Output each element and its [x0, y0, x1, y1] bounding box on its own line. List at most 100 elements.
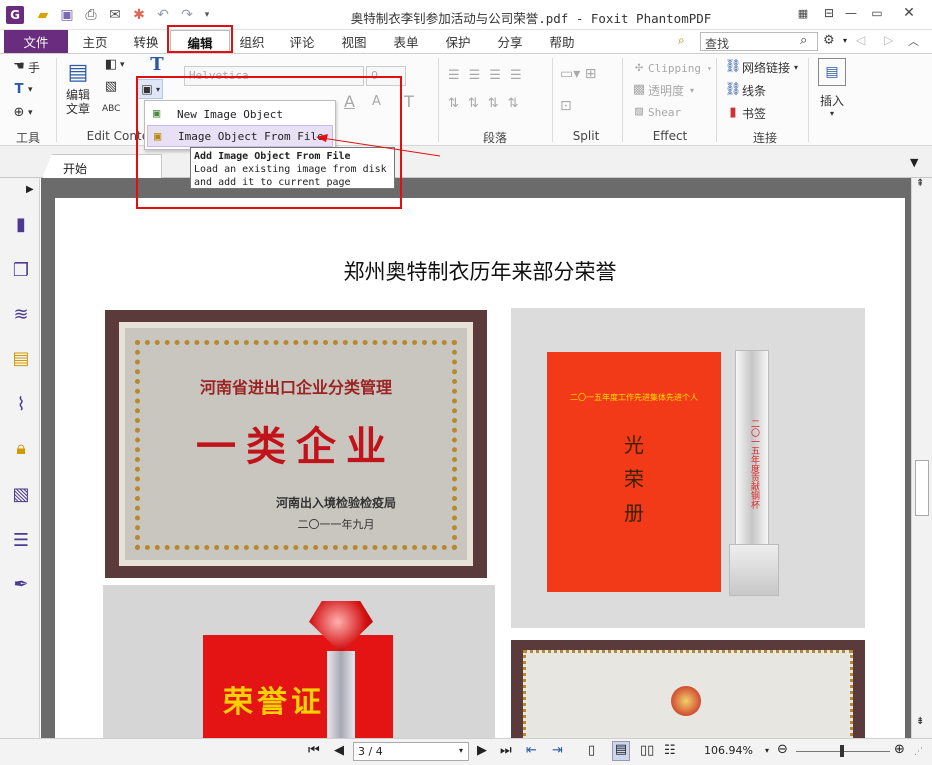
zoom-button[interactable]: ⊕ ▾ [10, 104, 33, 122]
single-page-icon[interactable]: ▯ [588, 743, 595, 758]
continuous-facing-icon[interactable]: ☷ [664, 743, 676, 758]
tab-convert[interactable]: 转换 [130, 30, 162, 53]
security-lock-icon[interactable]: 🔒︎ [8, 436, 34, 462]
crystal-trophy: 二〇一五年度贡献钢杯 [735, 350, 769, 572]
settings-gear-icon[interactable]: ⚙ [823, 33, 835, 48]
tab-list-dropdown-icon[interactable]: ▼ [910, 156, 918, 169]
spacing-icons[interactable]: ⇅⇅⇅⇅ [448, 96, 528, 111]
tab-view[interactable]: 视图 [338, 30, 370, 53]
split-icon[interactable]: ▭▾ ⊞ [560, 66, 596, 82]
insert-button[interactable]: ▤ 插入 ▾ [814, 58, 850, 118]
next-view-icon[interactable]: ⇥ [552, 743, 563, 758]
zoom-dropdown-icon[interactable]: ▾ [765, 746, 769, 755]
tab-comment[interactable]: 评论 [286, 30, 318, 53]
tab-file[interactable]: 文件 [4, 30, 68, 53]
last-page-icon[interactable]: ⏭ [500, 743, 512, 758]
search-folder-icon[interactable]: ⌕ [678, 33, 694, 49]
attachments-panel-icon[interactable]: ⌇ [8, 392, 34, 418]
page-dropdown-icon[interactable]: ▾ [459, 746, 463, 755]
tab-protect[interactable]: 保护 [442, 30, 474, 53]
hand-tool-button[interactable]: ☚ 手 [10, 58, 40, 76]
transparency-button[interactable]: ▩ 透明度 ▾ [630, 81, 694, 99]
scroll-up-icon[interactable]: ⇞ [916, 178, 924, 189]
annotation-arrow [316, 134, 441, 157]
group-label-effect: Effect [652, 129, 688, 143]
group-label-links: 连接 [752, 131, 777, 145]
align-icons[interactable]: ☰☰☰☰ [448, 68, 531, 83]
restore-ribbon-icon[interactable]: ⊟ [818, 4, 840, 22]
add-text-button[interactable]: T [148, 56, 166, 74]
expand-panel-icon[interactable]: ▶ [26, 184, 34, 195]
navigation-sidebar: ▶ ▮ ❐ ≋ ▤ ⌇ 🔒︎ ▧ ☰ ✒ [0, 178, 40, 738]
content-panel-icon[interactable]: ☰ [8, 528, 34, 554]
forward-icon[interactable]: ▷ [884, 33, 893, 47]
zoom-icon: ⊕ [13, 105, 25, 120]
pdf-page: 郑州奥特制衣历年来部分荣誉 河南省进出口企业分类管理 一类企业 河南出入境检验检… [55, 198, 905, 750]
tab-help[interactable]: 帮助 [546, 30, 578, 53]
bookmark-icon: ▮ [729, 105, 737, 120]
settings-dropdown-icon[interactable]: ▾ [843, 36, 847, 45]
shear-button[interactable]: ▨ Shear [630, 103, 681, 121]
edit-object-button[interactable]: ◧ ▾ [102, 56, 125, 74]
search-icon[interactable]: ⌕ [800, 33, 807, 48]
insert-media-icon: ▤ [818, 58, 846, 86]
page-number-input[interactable]: 3 / 4 [353, 742, 469, 761]
maximize-button[interactable]: ▭ [866, 4, 888, 22]
vertical-scrollbar[interactable]: ⇞ ⇟ [911, 178, 932, 738]
pages-panel-icon[interactable]: ❐ [8, 258, 34, 284]
previous-view-icon[interactable]: ⇤ [526, 743, 537, 758]
comments-panel-icon[interactable]: ▤ [8, 346, 34, 372]
prev-page-icon[interactable]: ◀ [334, 743, 344, 758]
group-label-paragraph: 段落 [482, 131, 507, 145]
close-button[interactable]: ✕ [898, 4, 920, 22]
continuous-page-icon[interactable]: ▤ [612, 741, 630, 761]
bookmarks-panel-icon[interactable]: ▮ [8, 212, 34, 238]
photo-award-certificate: 荣誉证 [103, 585, 495, 745]
split-frame-icon[interactable]: ⊡ [560, 98, 572, 114]
zoom-in-icon[interactable]: ⊕ [894, 742, 905, 757]
minimize-button[interactable]: — [840, 4, 862, 22]
zoom-out-icon[interactable]: ⊖ [777, 742, 788, 757]
collapse-ribbon-icon[interactable]: ︿ [908, 33, 919, 49]
tab-form[interactable]: 表单 [390, 30, 422, 53]
select-text-icon: T [14, 82, 24, 97]
bookmark-button[interactable]: ▮ 书签 [724, 104, 766, 122]
photo-certificate-trophy: 二〇一五年度工作先进集体先进个人 光荣册 二〇一五年度贡献钢杯 [511, 308, 865, 628]
zoom-slider-thumb[interactable] [840, 745, 844, 757]
resize-grip-icon: ⋰ [914, 747, 923, 757]
document-info-icon[interactable]: ▧ [8, 482, 34, 508]
edit-text-button[interactable]: ▤ 编辑 文章 [60, 58, 96, 116]
ribbon-display-icon[interactable]: ▦ [792, 4, 814, 22]
select-text-button[interactable]: T ▾ [10, 81, 33, 99]
back-icon[interactable]: ◁ [856, 33, 865, 47]
line-icon: ⛓ [724, 82, 742, 97]
add-text-icon: T [150, 54, 164, 75]
text-style-icon[interactable]: T [404, 92, 414, 111]
page-heading: 郑州奥特制衣历年来部分荣誉 [343, 260, 617, 284]
edit-object-icon: ◧ [104, 57, 118, 72]
clipping-icon: ✣ [635, 60, 643, 75]
signature-panel-icon[interactable]: ✒ [8, 572, 34, 598]
tab-share[interactable]: 分享 [494, 30, 526, 53]
link-object-icon: ▧ [104, 79, 118, 94]
first-page-icon[interactable]: ⏮ [308, 743, 320, 758]
photo-plaque-first-class: 河南省进出口企业分类管理 一类企业 河南出入境检验检疫局 二〇一一年九月 [105, 310, 487, 578]
status-bar: ⏮ ◀ 3 / 4 ▾ ▶ ⏭ ⇤ ⇥ ▯ ▤ ▯▯ ☷ 106.94% ▾ ⊖… [0, 738, 932, 765]
spell-check-button[interactable]: ABC [102, 100, 120, 118]
plaque-issuer: 河南出入境检验检疫局 [275, 496, 396, 510]
clipping-button[interactable]: ✣ Clipping ▾ [630, 59, 712, 77]
link-object-button[interactable]: ▧ [102, 78, 120, 96]
layers-panel-icon[interactable]: ≋ [8, 302, 34, 328]
scroll-down-icon[interactable]: ⇟ [916, 716, 924, 727]
scrollbar-thumb[interactable] [915, 460, 929, 516]
next-page-icon[interactable]: ▶ [477, 743, 487, 758]
line-button[interactable]: ⛓ 线条 [724, 81, 766, 99]
certificate-title: 光荣册 [624, 433, 644, 525]
zoom-level[interactable]: 106.94% [704, 744, 753, 757]
facing-page-icon[interactable]: ▯▯ [640, 743, 654, 758]
tab-organize[interactable]: 组织 [236, 30, 268, 53]
group-label-tools: 工具 [15, 131, 40, 145]
tab-home[interactable]: 主页 [80, 30, 110, 53]
web-link-button[interactable]: ⛓ 网络链接 ▾ [724, 58, 798, 76]
link-icon: ⛓ [724, 59, 742, 74]
